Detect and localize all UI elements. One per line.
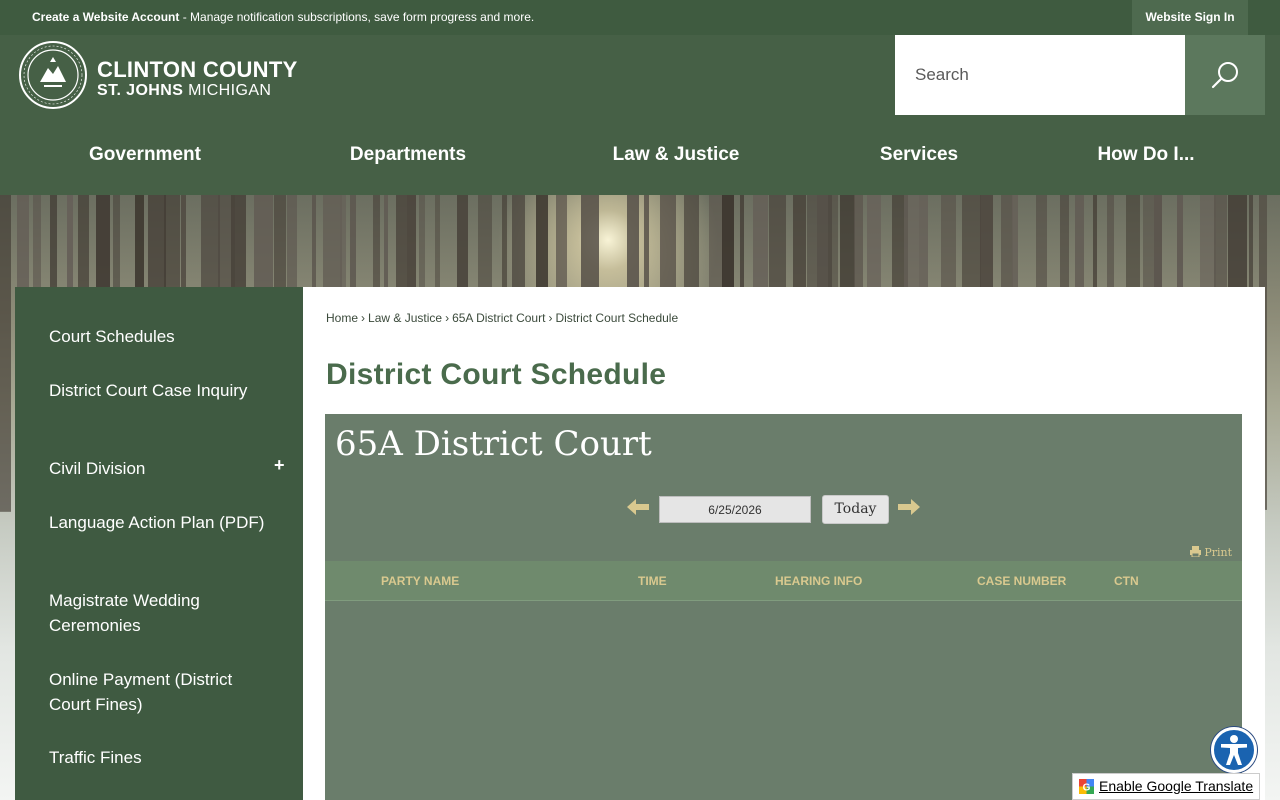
- nav-departments[interactable]: Departments: [322, 133, 494, 177]
- breadcrumb-separator: ›: [445, 311, 450, 325]
- column-hearing-info[interactable]: HEARING INFO: [775, 574, 862, 588]
- google-translate-button[interactable]: G Enable Google Translate: [1072, 773, 1260, 800]
- print-link[interactable]: Print: [1190, 546, 1232, 559]
- expand-civil-division-button[interactable]: +: [274, 455, 285, 476]
- column-party-name[interactable]: PARTY NAME: [381, 574, 459, 588]
- main-content: Home › Law & Justice › 65A District Court › Di…: [303, 287, 1265, 800]
- schedule-table-header: PARTY NAME TIME HEARING INFO CASE NUMBER…: [325, 561, 1242, 601]
- account-description: - Manage notification subscriptions, sav…: [179, 10, 535, 24]
- svg-text:G: G: [1083, 783, 1091, 794]
- breadcrumb-district-court[interactable]: 65A District Court: [452, 311, 545, 325]
- breadcrumb: Home › Law & Justice › 65A District Court › Di…: [326, 311, 678, 325]
- top-bar: Create a Website Account - Manage notifi…: [0, 0, 1280, 35]
- court-title: 65A District Court: [335, 424, 652, 464]
- search-input[interactable]: [895, 35, 1185, 115]
- printer-icon: [1190, 546, 1202, 558]
- accessibility-icon: [1221, 735, 1247, 765]
- google-translate-icon: G: [1079, 779, 1094, 794]
- city-name: ST. JOHNS: [97, 82, 184, 99]
- sidebar-nav: Court Schedules District Court Case Inqu…: [15, 287, 303, 800]
- search-area: [895, 35, 1265, 115]
- column-ctn[interactable]: CTN: [1114, 574, 1139, 588]
- sidebar-item-civil-division[interactable]: Civil Division: [49, 456, 269, 481]
- breadcrumb-separator: ›: [548, 311, 553, 325]
- breadcrumb-current: District Court Schedule: [555, 311, 679, 325]
- search-button[interactable]: [1185, 35, 1265, 115]
- sidebar-item-court-schedules[interactable]: Court Schedules: [49, 324, 269, 349]
- sidebar-item-traffic-fines[interactable]: Traffic Fines: [49, 745, 269, 770]
- site-header: CLINTON COUNTY ST. JOHNS MICHIGAN Govern…: [0, 35, 1280, 195]
- county-name: CLINTON COUNTY: [97, 57, 298, 82]
- print-label: Print: [1204, 546, 1232, 559]
- page-title: District Court Schedule: [326, 358, 667, 391]
- translate-label: Enable Google Translate: [1099, 778, 1254, 794]
- court-schedule-panel: 65A District Court Today Print PARTY NAM…: [325, 414, 1242, 800]
- sidebar-item-case-inquiry[interactable]: District Court Case Inquiry: [49, 378, 269, 403]
- column-case-number[interactable]: CASE NUMBER: [977, 574, 1066, 588]
- breadcrumb-law-justice[interactable]: Law & Justice: [368, 311, 442, 325]
- breadcrumb-home[interactable]: Home: [326, 311, 358, 325]
- column-time[interactable]: TIME: [638, 574, 667, 588]
- nav-law-justice[interactable]: Law & Justice: [592, 133, 760, 177]
- breadcrumb-separator: ›: [361, 311, 366, 325]
- accessibility-button[interactable]: [1211, 727, 1257, 773]
- previous-day-arrow-icon[interactable]: [627, 499, 649, 515]
- next-day-arrow-icon[interactable]: [898, 499, 920, 515]
- sign-in-button[interactable]: Website Sign In: [1132, 0, 1248, 35]
- site-logo[interactable]: CLINTON COUNTY ST. JOHNS MICHIGAN: [18, 40, 318, 110]
- county-location: ST. JOHNS MICHIGAN: [97, 82, 271, 100]
- create-account-link[interactable]: Create a Website Account: [32, 10, 179, 24]
- nav-services[interactable]: Services: [860, 133, 978, 177]
- today-button[interactable]: Today: [822, 495, 889, 524]
- sidebar-item-language-action-plan[interactable]: Language Action Plan (PDF): [49, 510, 269, 535]
- nav-how-do-i[interactable]: How Do I...: [1080, 133, 1212, 177]
- sidebar-item-wedding-ceremonies[interactable]: Magistrate Wedding Ceremonies: [49, 588, 269, 638]
- nav-government[interactable]: Government: [66, 133, 224, 177]
- county-seal-icon: [19, 41, 87, 109]
- account-notice: Create a Website Account - Manage notifi…: [32, 10, 534, 25]
- main-nav: Government Departments Law & Justice Ser…: [0, 133, 1280, 177]
- date-input[interactable]: [659, 496, 811, 523]
- search-icon: [1211, 62, 1238, 89]
- sidebar-item-online-payment[interactable]: Online Payment (District Court Fines): [49, 667, 269, 717]
- state-name: MICHIGAN: [183, 82, 272, 99]
